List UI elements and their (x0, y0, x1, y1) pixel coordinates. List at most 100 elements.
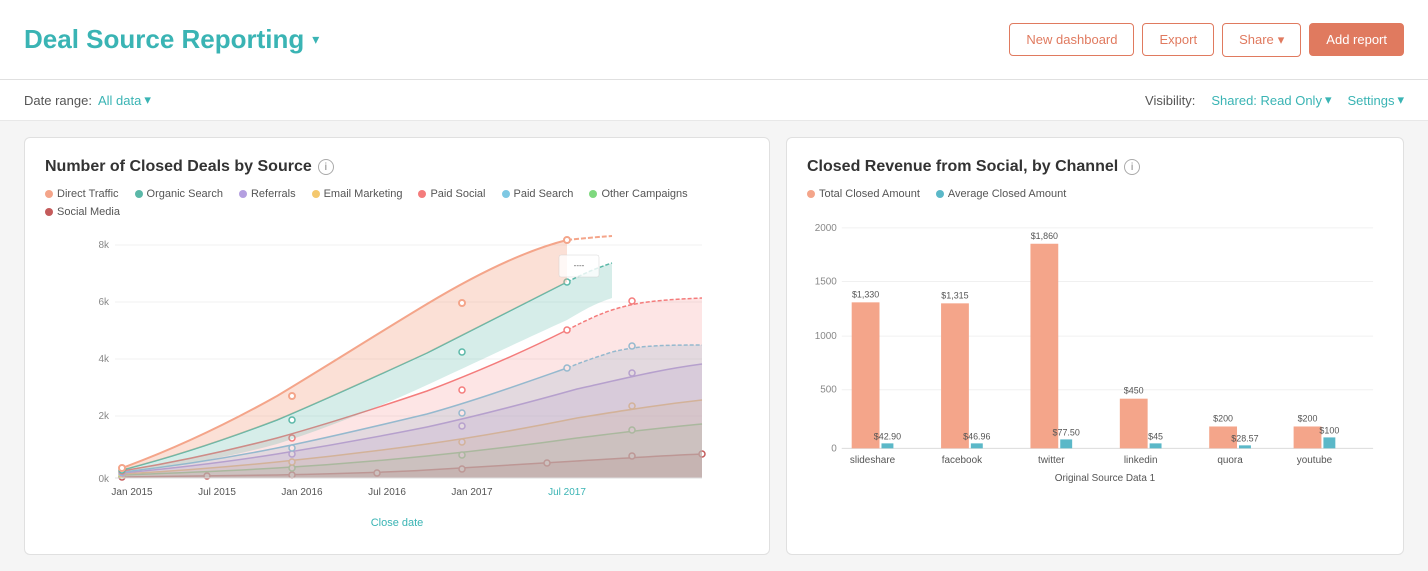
settings-button[interactable]: Settings ▾ (1347, 92, 1404, 108)
svg-text:$45: $45 (1148, 431, 1163, 441)
svg-text:----: ---- (574, 261, 585, 270)
svg-text:$46.96: $46.96 (963, 431, 990, 441)
add-report-button[interactable]: Add report (1309, 23, 1404, 56)
svg-text:Jan 2016: Jan 2016 (281, 487, 323, 498)
legend-item-direct: Direct Traffic (45, 188, 119, 200)
svg-text:youtube: youtube (1297, 455, 1333, 466)
svg-text:slideshare: slideshare (850, 455, 896, 466)
legend-item-social-media: Social Media (45, 206, 120, 218)
closed-deals-svg: 8k 6k 4k 2k 0k (45, 230, 749, 510)
bar-facebook-total (941, 303, 969, 448)
legend-dot-paid-search (502, 190, 510, 198)
svg-text:$200: $200 (1298, 414, 1318, 424)
svg-text:Jul 2016: Jul 2016 (368, 487, 406, 498)
svg-text:$42.90: $42.90 (874, 431, 901, 441)
svg-text:$1,315: $1,315 (941, 290, 968, 300)
dashboard-content: Number of Closed Deals by Source i Direc… (0, 121, 1428, 571)
filter-bar: Date range: All data ▾ Visibility: Share… (0, 80, 1428, 121)
legend-dot-other (589, 190, 597, 198)
svg-text:8k: 8k (98, 240, 110, 251)
svg-text:0k: 0k (98, 474, 110, 485)
header-buttons: New dashboard Export Share ▾ Add report (1009, 23, 1404, 57)
legend-dot-total (807, 190, 815, 198)
legend-label-total: Total Closed Amount (819, 188, 920, 200)
title-dropdown-icon[interactable]: ▾ (312, 31, 319, 48)
svg-text:$1,330: $1,330 (852, 289, 879, 299)
legend-label-email: Email Marketing (324, 188, 403, 200)
svg-text:$200: $200 (1213, 414, 1233, 424)
legend-dot-email (312, 190, 320, 198)
svg-text:6k: 6k (98, 297, 110, 308)
legend-item-referrals: Referrals (239, 188, 296, 200)
svg-text:linkedin: linkedin (1124, 455, 1158, 466)
closed-revenue-chart-title: Closed Revenue from Social, by Channel i (807, 158, 1383, 176)
bar-quora-avg (1239, 445, 1251, 448)
svg-text:500: 500 (820, 385, 837, 396)
date-range-label: Date range: (24, 93, 92, 108)
bar-linkedin-avg (1150, 443, 1162, 448)
legend-label-social-media: Social Media (57, 206, 120, 218)
visibility-label: Visibility: (1145, 93, 1195, 108)
legend-item-paid-search: Paid Search (502, 188, 574, 200)
bar-youtube-total (1294, 426, 1322, 448)
bar-slideshare-avg (881, 443, 893, 448)
legend-label-referrals: Referrals (251, 188, 296, 200)
bar-facebook-avg (971, 443, 983, 448)
svg-text:Jan 2017: Jan 2017 (451, 487, 493, 498)
new-dashboard-button[interactable]: New dashboard (1009, 23, 1134, 56)
legend-dot-organic (135, 190, 143, 198)
visibility-controls: Visibility: Shared: Read Only ▾ Settings… (1145, 92, 1404, 108)
svg-text:1500: 1500 (815, 276, 838, 287)
legend-label-avg: Average Closed Amount (948, 188, 1066, 200)
legend-item-email: Email Marketing (312, 188, 403, 200)
bar-linkedin-total (1120, 399, 1148, 449)
bar-youtube-avg (1323, 437, 1335, 448)
header: Deal Source Reporting ▾ New dashboard Ex… (0, 0, 1428, 80)
closed-revenue-info-icon[interactable]: i (1124, 159, 1140, 175)
legend-item-avg: Average Closed Amount (936, 188, 1066, 200)
page-title: Deal Source Reporting (24, 24, 304, 55)
svg-text:0: 0 (831, 443, 837, 454)
svg-text:$28.57: $28.57 (1231, 433, 1258, 443)
svg-text:Jul 2015: Jul 2015 (198, 487, 236, 498)
share-button[interactable]: Share ▾ (1222, 23, 1301, 57)
svg-text:$450: $450 (1124, 386, 1144, 396)
closed-deals-chart-card: Number of Closed Deals by Source i Direc… (24, 137, 770, 555)
legend-label-paid-social: Paid Social (430, 188, 485, 200)
date-range-value[interactable]: All data ▾ (98, 92, 151, 108)
svg-text:2k: 2k (98, 411, 110, 422)
closed-deals-legend: Direct Traffic Organic Search Referrals … (45, 188, 749, 218)
legend-label-direct: Direct Traffic (57, 188, 119, 200)
legend-dot-social-media (45, 208, 53, 216)
title-area: Deal Source Reporting ▾ (24, 24, 319, 55)
bar-slideshare-total (852, 302, 880, 448)
legend-label-organic: Organic Search (147, 188, 223, 200)
legend-dot-direct (45, 190, 53, 198)
legend-dot-avg (936, 190, 944, 198)
legend-dot-paid-social (418, 190, 426, 198)
svg-text:2000: 2000 (815, 223, 838, 234)
legend-item-organic: Organic Search (135, 188, 223, 200)
legend-label-other: Other Campaigns (601, 188, 687, 200)
legend-dot-referrals (239, 190, 247, 198)
svg-text:Jul 2017: Jul 2017 (548, 487, 586, 498)
bar-twitter-total (1030, 244, 1058, 449)
svg-text:quora: quora (1217, 455, 1243, 466)
export-button[interactable]: Export (1142, 23, 1214, 56)
svg-text:Original Source Data 1: Original Source Data 1 (1055, 473, 1156, 484)
closed-deals-info-icon[interactable]: i (318, 159, 334, 175)
svg-text:twitter: twitter (1038, 455, 1065, 466)
legend-item-total: Total Closed Amount (807, 188, 920, 200)
closed-revenue-svg: 2000 1500 1000 500 0 $1,330 $42.90 slide… (807, 212, 1383, 492)
closed-deals-chart-title: Number of Closed Deals by Source i (45, 158, 749, 176)
closed-revenue-legend: Total Closed Amount Average Closed Amoun… (807, 188, 1383, 200)
date-range-filter: Date range: All data ▾ (24, 92, 151, 108)
bar-twitter-avg (1060, 439, 1072, 448)
svg-text:4k: 4k (98, 354, 110, 365)
svg-text:$77.50: $77.50 (1053, 427, 1080, 437)
visibility-value[interactable]: Shared: Read Only ▾ (1211, 92, 1331, 108)
legend-label-paid-search: Paid Search (514, 188, 574, 200)
svg-text:$1,860: $1,860 (1031, 231, 1058, 241)
svg-text:facebook: facebook (942, 455, 982, 466)
legend-item-paid-social: Paid Social (418, 188, 485, 200)
